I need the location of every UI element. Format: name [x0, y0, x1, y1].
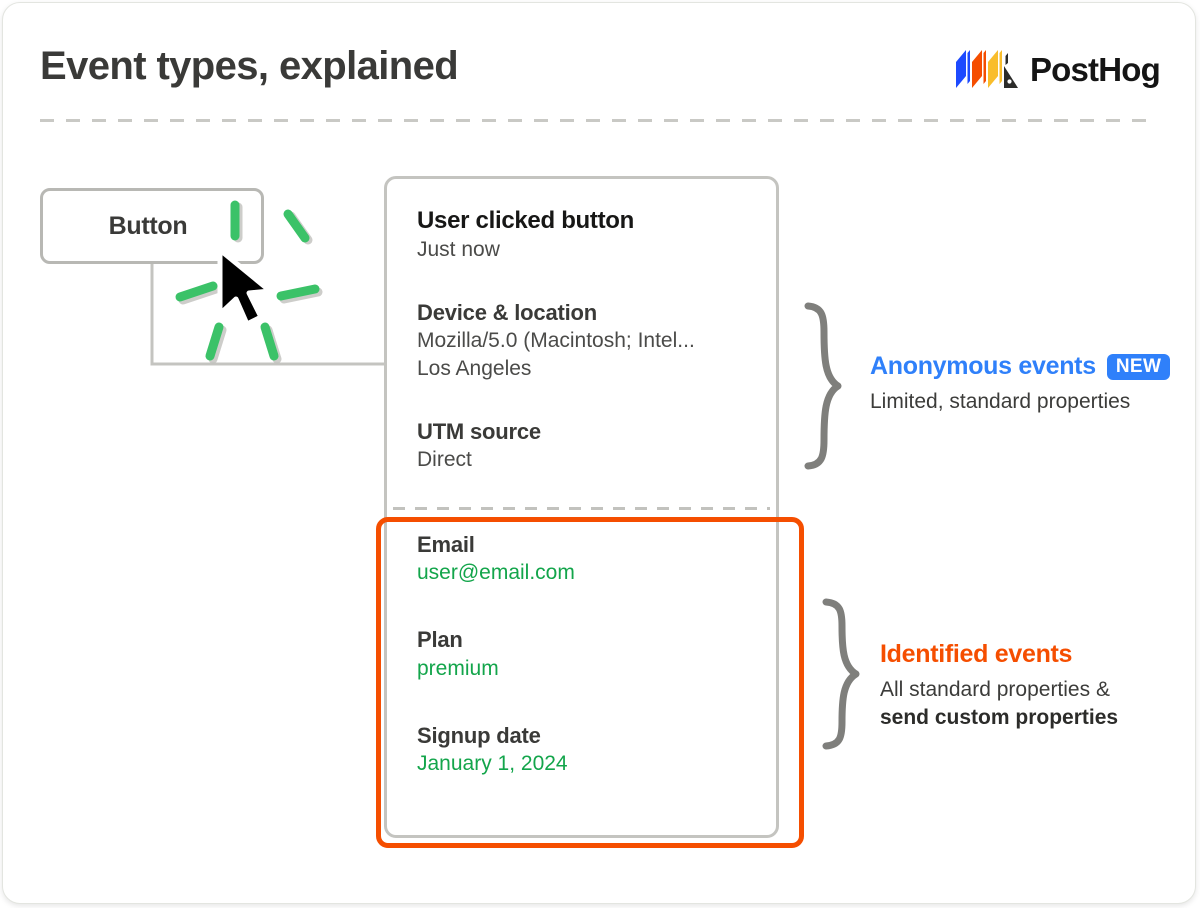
- event-title: User clicked button: [417, 207, 635, 234]
- curly-brace-icon: [822, 598, 860, 750]
- annotation-subtitle-bold: send custom properties: [880, 705, 1119, 729]
- card-section-divider: [393, 507, 770, 510]
- property-row: Email user@email.com: [417, 531, 575, 586]
- annotation-heading: Identified events: [880, 640, 1118, 669]
- property-key: Device & location: [417, 300, 597, 326]
- property-row: Device & location Mozilla/5.0 (Macintosh…: [417, 299, 695, 382]
- annotation-subtitle-plain: All standard properties &: [880, 678, 1110, 701]
- annotation-subtitle: All standard properties & send custom pr…: [880, 676, 1118, 731]
- annotation-subtitle-plain: Limited, standard properties: [870, 390, 1131, 413]
- property-row: Plan premium: [417, 626, 575, 681]
- annotation-heading: Anonymous events NEW: [870, 352, 1171, 381]
- property-value: Los Angeles: [417, 356, 532, 380]
- property-key: Email: [417, 532, 475, 557]
- identified-properties-section: Email user@email.com Plan premium Signup…: [417, 531, 575, 777]
- event-timestamp: Just now: [417, 238, 500, 261]
- annotation-title: Identified events: [880, 640, 1073, 668]
- poster-root: Event types, explained PostHog Button Us…: [0, 0, 1200, 908]
- curly-brace-icon: [804, 302, 842, 470]
- annotation-subtitle: Limited, standard properties: [870, 388, 1170, 416]
- anonymous-properties-section: User clicked button Just now Device & lo…: [417, 207, 695, 474]
- property-value: Direct: [417, 448, 472, 472]
- property-row: UTM source Direct: [417, 418, 695, 473]
- property-value: Mozilla/5.0 (Macintosh; Intel...: [417, 329, 695, 353]
- property-value: premium: [417, 656, 499, 680]
- new-badge: NEW: [1106, 353, 1171, 380]
- property-key: Signup date: [417, 722, 541, 748]
- property-value: January 1, 2024: [417, 752, 568, 776]
- property-value: user@email.com: [417, 561, 575, 585]
- property-key: UTM source: [417, 419, 541, 445]
- property-row: Signup date January 1, 2024: [417, 722, 575, 777]
- property-key: Plan: [417, 627, 463, 653]
- annotation-title: Anonymous events: [870, 352, 1096, 380]
- identified-events-annotation: Identified events All standard propertie…: [880, 640, 1118, 731]
- anonymous-events-annotation: Anonymous events NEW Limited, standard p…: [870, 352, 1171, 416]
